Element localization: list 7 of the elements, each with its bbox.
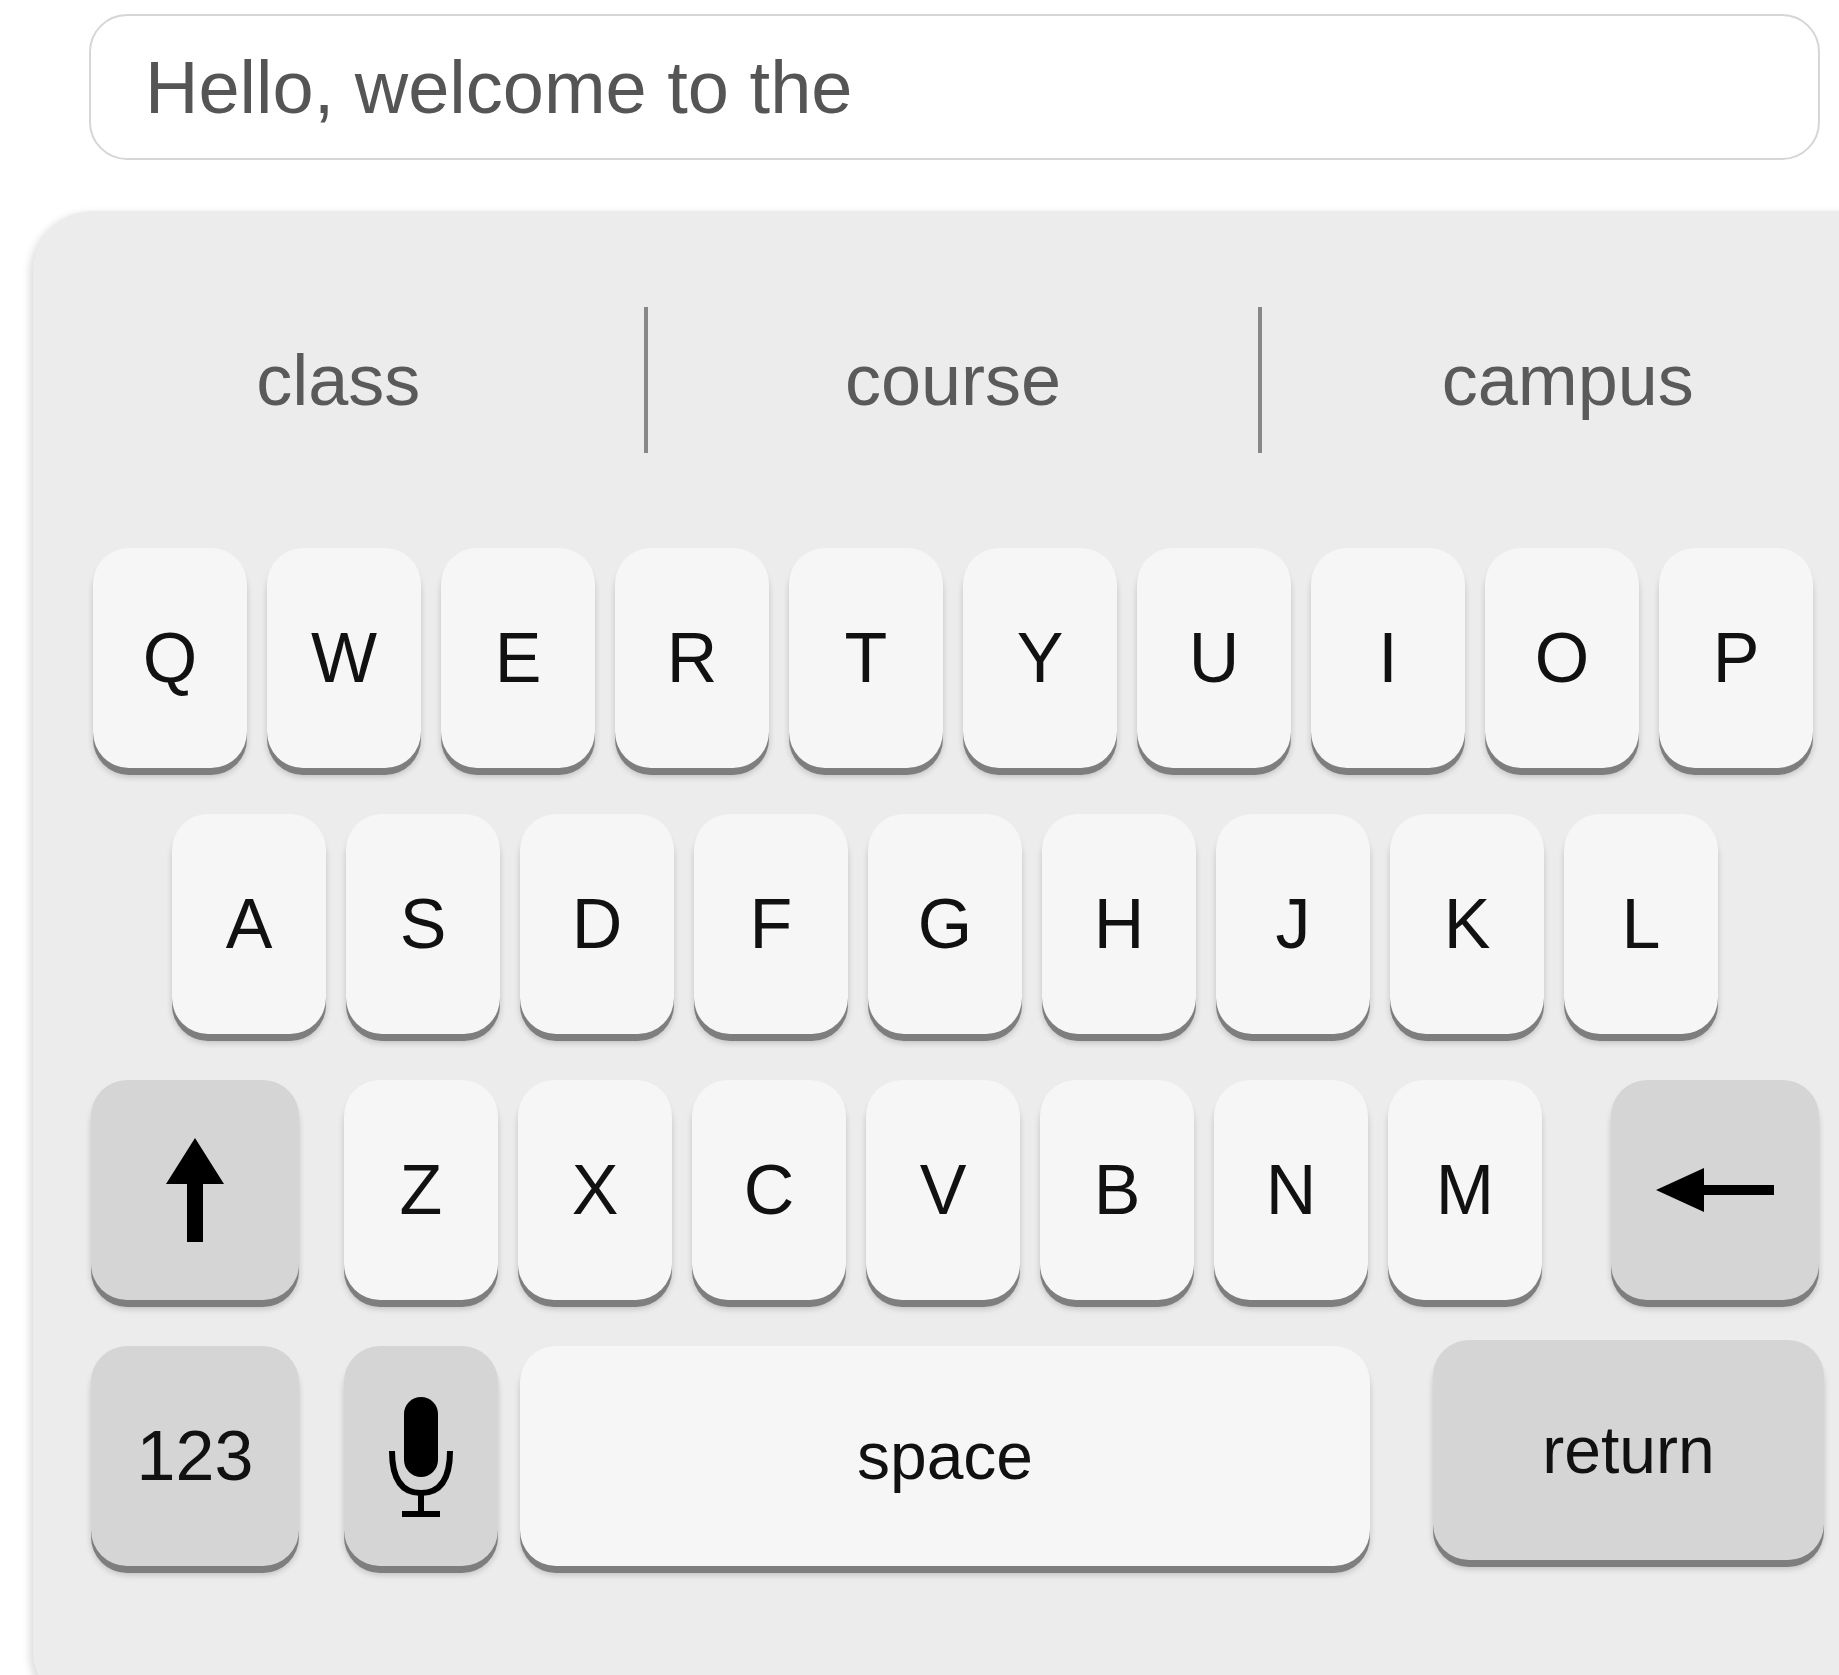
microphone-icon: [388, 1395, 454, 1517]
text-input-field[interactable]: Hello, welcome to the: [89, 14, 1820, 160]
suggestion-word[interactable]: course: [844, 326, 1062, 434]
suggestion-word[interactable]: class: [256, 326, 421, 434]
suggestion-word[interactable]: campus: [1441, 326, 1694, 434]
backspace-arrow-icon: [1656, 1168, 1774, 1212]
shift-arrow-icon: [166, 1138, 224, 1242]
